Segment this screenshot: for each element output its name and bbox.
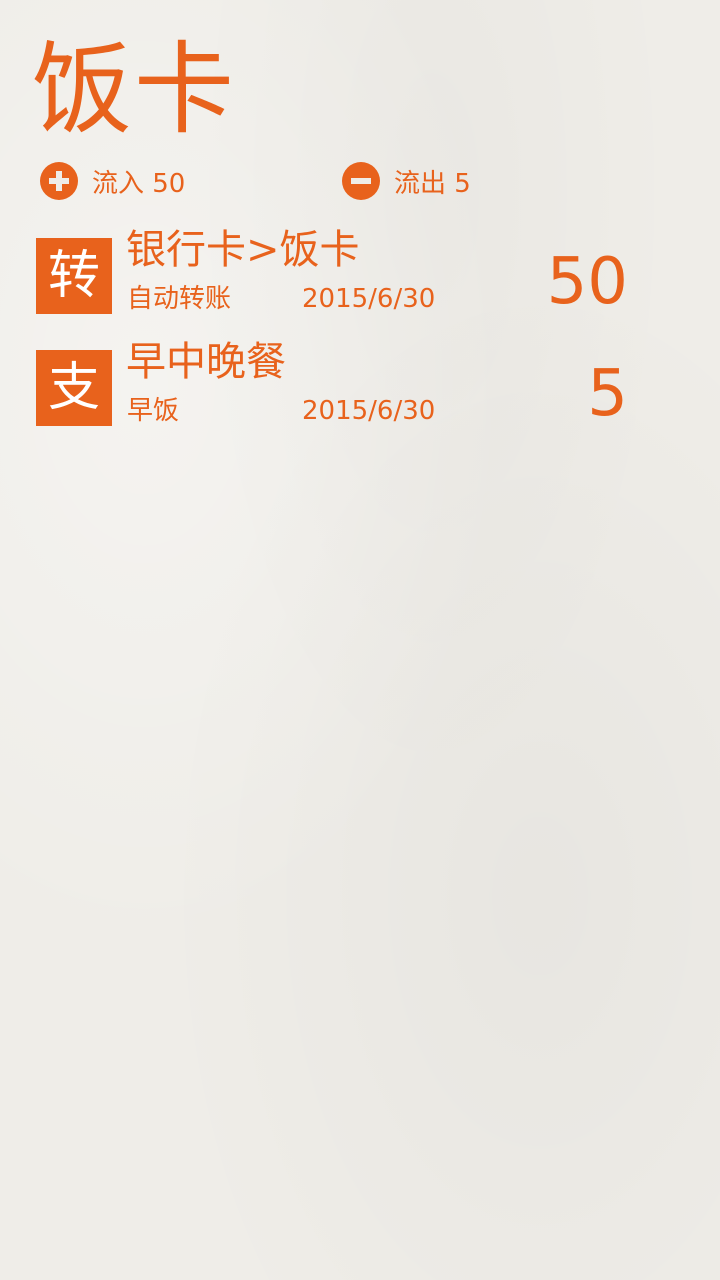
transaction-name: 早中晚餐	[126, 339, 286, 385]
minus-circle-icon	[342, 162, 380, 200]
transaction-name: 银行卡>饭卡	[126, 227, 360, 273]
transaction-note: 早饭	[127, 396, 180, 426]
page-title: 饭卡	[32, 31, 236, 148]
inflow-label: 流入 50	[92, 168, 186, 199]
plus-circle-icon	[40, 162, 78, 200]
transaction-date: 2015/6/30	[302, 284, 436, 314]
transaction-amount: 50	[546, 245, 628, 319]
outflow-summary[interactable]: 流出 5	[342, 162, 471, 200]
transaction-row[interactable]: 支 早中晚餐 早饭 2015/6/30 5	[36, 339, 636, 431]
transaction-note: 自动转账	[127, 284, 232, 314]
transaction-amount: 5	[587, 357, 628, 431]
outflow-label: 流出 5	[394, 168, 471, 199]
transaction-date: 2015/6/30	[302, 396, 436, 426]
transaction-row[interactable]: 转 银行卡>饭卡 自动转账 2015/6/30 50	[36, 227, 636, 319]
inflow-summary[interactable]: 流入 50	[40, 162, 185, 200]
transfer-type-badge: 转	[36, 238, 112, 314]
expense-type-badge: 支	[36, 350, 112, 426]
